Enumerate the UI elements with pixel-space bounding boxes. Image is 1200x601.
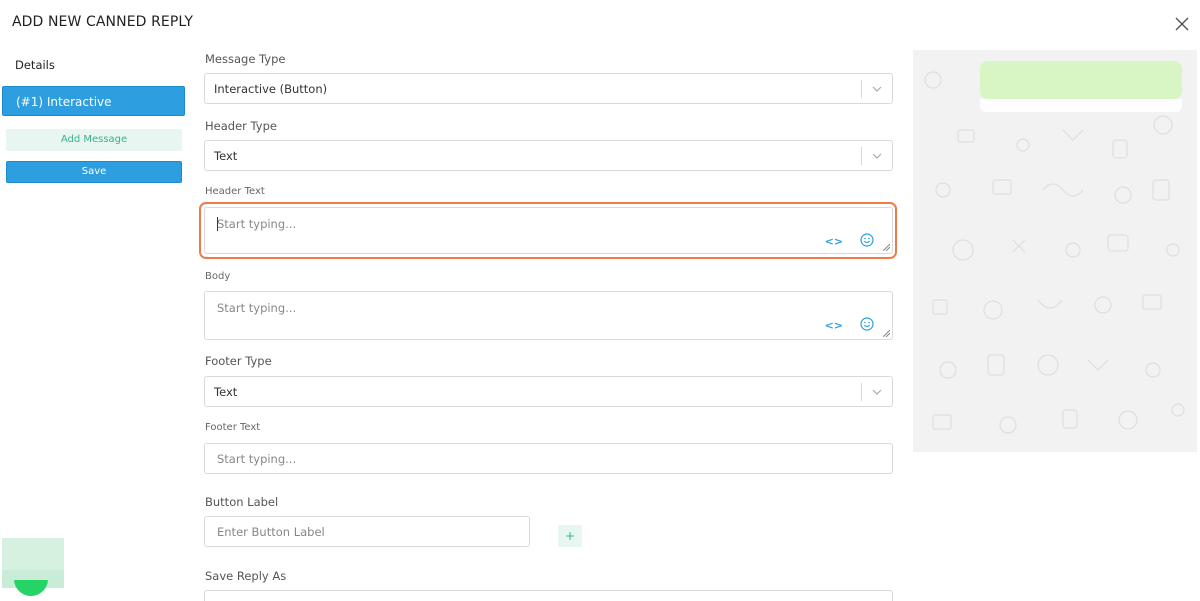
message-type-label: Message Type — [205, 52, 286, 66]
chat-launcher-icon[interactable] — [14, 580, 48, 596]
select-divider — [861, 80, 862, 98]
save-reply-as-label: Save Reply As — [205, 569, 287, 583]
select-divider — [861, 147, 862, 165]
resize-handle[interactable] — [883, 330, 890, 337]
message-preview — [913, 50, 1197, 452]
code-icon[interactable]: <> — [825, 235, 843, 248]
preview-bubble — [980, 61, 1182, 99]
header-text-placeholder: Start typing... — [217, 217, 297, 231]
message-item-1[interactable]: (#1) Interactive — [2, 86, 185, 116]
save-button[interactable]: Save — [6, 161, 182, 183]
canned-reply-modal: ADD NEW CANNED REPLY Details (#1) Intera… — [0, 0, 1200, 601]
code-icon[interactable]: <> — [825, 319, 843, 332]
resize-handle[interactable] — [883, 244, 890, 251]
chevron-down-icon — [872, 86, 882, 92]
add-button-button[interactable]: + — [558, 525, 582, 547]
header-text-input[interactable]: Start typing... <> — [204, 207, 893, 254]
button-label-input[interactable]: Enter Button Label — [204, 516, 530, 547]
footer-type-select[interactable]: Text — [204, 376, 893, 407]
header-type-label: Header Type — [205, 119, 277, 133]
close-icon[interactable] — [1172, 14, 1192, 34]
header-type-select[interactable]: Text — [204, 140, 893, 171]
modal-title: ADD NEW CANNED REPLY — [12, 14, 194, 30]
add-message-button[interactable]: Add Message — [6, 129, 182, 151]
save-reply-as-select[interactable] — [204, 590, 893, 601]
message-type-value: Interactive (Button) — [214, 82, 328, 96]
chevron-down-icon — [872, 153, 882, 159]
footer-type-label: Footer Type — [205, 354, 272, 368]
footer-text-placeholder: Start typing... — [217, 452, 297, 466]
footer-type-value: Text — [214, 385, 238, 399]
details-label: Details — [15, 58, 55, 72]
smiley-icon[interactable] — [860, 317, 874, 331]
footer-text-input[interactable]: Start typing... — [204, 443, 893, 474]
bubble-footer — [980, 99, 1182, 112]
footer-text-label: Footer Text — [205, 422, 261, 433]
message-type-select[interactable]: Interactive (Button) — [204, 73, 893, 104]
chevron-down-icon — [872, 389, 882, 395]
button-label-placeholder: Enter Button Label — [217, 525, 325, 539]
body-label: Body — [205, 271, 231, 282]
smiley-icon[interactable] — [860, 233, 874, 247]
body-input[interactable]: Start typing... <> — [204, 291, 893, 340]
header-type-value: Text — [214, 149, 238, 163]
select-divider — [861, 383, 862, 401]
button-label-label: Button Label — [205, 495, 279, 509]
header-text-label: Header Text — [205, 186, 265, 197]
body-placeholder: Start typing... — [217, 301, 297, 315]
